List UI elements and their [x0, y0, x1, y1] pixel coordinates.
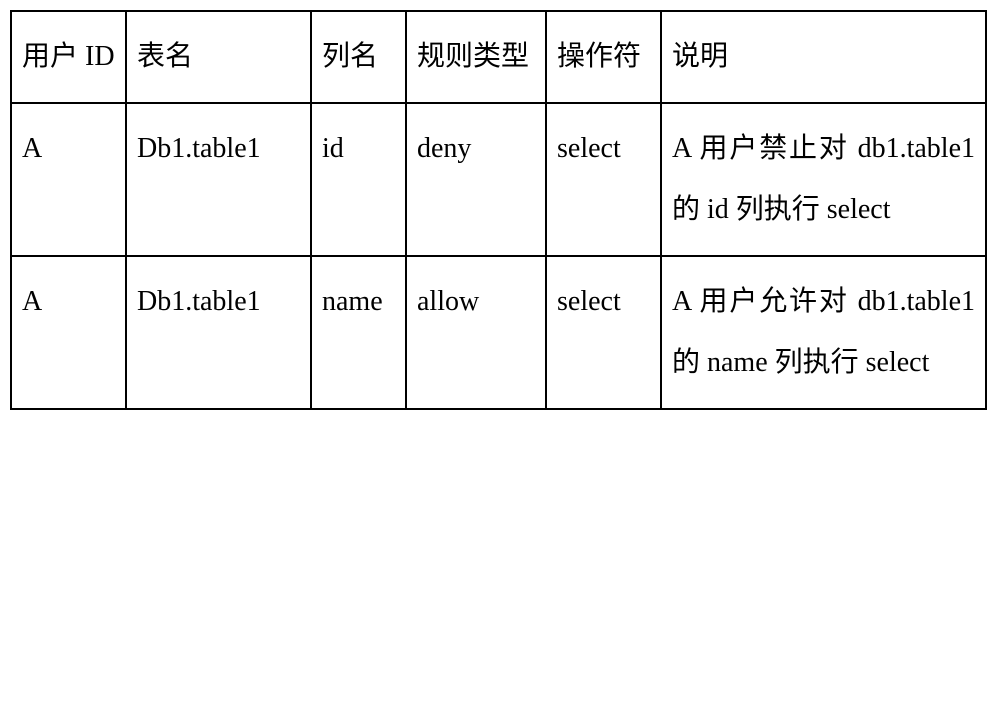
header-column-name: 列名 [311, 11, 406, 103]
rules-table: 用户 ID 表名 列名 规则类型 操作符 说明 A Db1.table1 id … [10, 10, 987, 410]
cell-rule-type: allow [406, 256, 546, 409]
cell-user-id: A [11, 256, 126, 409]
header-description: 说明 [661, 11, 986, 103]
header-operator: 操作符 [546, 11, 661, 103]
cell-table-name: Db1.table1 [126, 256, 311, 409]
cell-description: A 用户禁止对 db1.table1 的 id 列执行 select [661, 103, 986, 256]
table-row: A Db1.table1 name allow select A 用户允许对 d… [11, 256, 986, 409]
header-user-id: 用户 ID [11, 11, 126, 103]
cell-column-name: id [311, 103, 406, 256]
cell-user-id: A [11, 103, 126, 256]
cell-rule-type: deny [406, 103, 546, 256]
cell-column-name: name [311, 256, 406, 409]
table-row: A Db1.table1 id deny select A 用户禁止对 db1.… [11, 103, 986, 256]
cell-table-name: Db1.table1 [126, 103, 311, 256]
header-table-name: 表名 [126, 11, 311, 103]
cell-description: A 用户允许对 db1.table1 的 name 列执行 select [661, 256, 986, 409]
header-rule-type: 规则类型 [406, 11, 546, 103]
table-header-row: 用户 ID 表名 列名 规则类型 操作符 说明 [11, 11, 986, 103]
cell-operator: select [546, 256, 661, 409]
cell-operator: select [546, 103, 661, 256]
